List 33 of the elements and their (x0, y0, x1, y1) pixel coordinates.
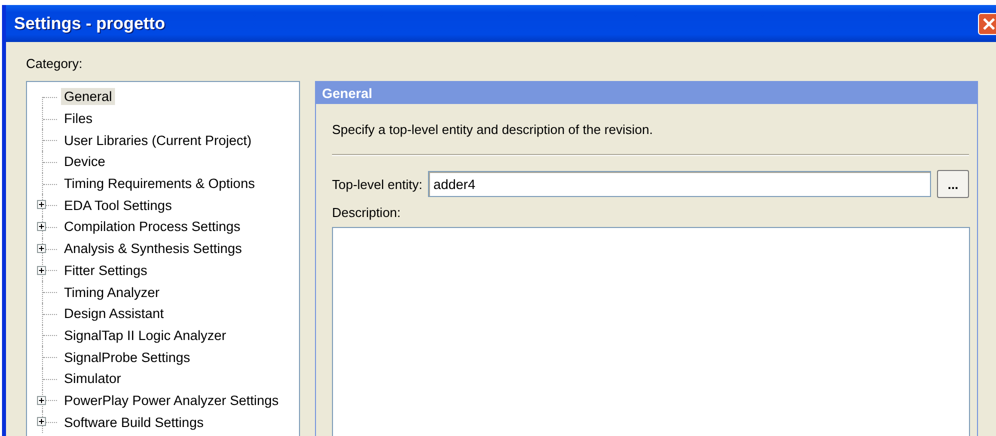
tree-item[interactable]: Design Assistant (61, 305, 167, 322)
expand-icon[interactable] (37, 266, 46, 274)
tree-item[interactable]: Timing Requirements & Options (61, 175, 258, 192)
expand-icon[interactable] (37, 396, 46, 405)
field-label: Top-level entity: (332, 176, 422, 192)
expand-icon[interactable] (37, 244, 46, 253)
tree-item[interactable]: Analysis & Synthesis Settings (61, 240, 245, 258)
expand-icon[interactable] (37, 222, 46, 232)
tree-item[interactable]: Simulator (61, 370, 124, 388)
window-title: Settings - progetto (14, 14, 166, 34)
tree-item[interactable]: Software Build Settings (61, 414, 207, 431)
tree-item[interactable]: Compilation Process Settings (61, 218, 244, 236)
category-label: Category: (26, 56, 82, 71)
tree-item[interactable]: Device (61, 153, 108, 170)
tree-item[interactable]: SignalProbe Settings (61, 348, 194, 366)
tree-item[interactable]: SignalTap II Logic Analyzer (61, 326, 230, 344)
close-icon (982, 16, 996, 30)
tree-item[interactable]: Files (61, 110, 96, 128)
tree-item[interactable]: User Libraries (Current Project) (61, 132, 255, 149)
tree-item[interactable]: PowerPlay Power Analyzer Settings (61, 392, 282, 409)
input-field[interactable]: adder4 (428, 171, 931, 197)
tree-item[interactable]: EDA Tool Settings (61, 196, 175, 214)
panel-description: Specify a top-level entity and description of the revision. (332, 122, 654, 137)
tree-item[interactable]: Fitter Settings (61, 262, 150, 279)
expand-icon[interactable] (37, 200, 46, 210)
description-field[interactable] (332, 227, 970, 436)
field-label: Description: (332, 205, 401, 220)
close-button[interactable] (978, 12, 996, 34)
tree-item[interactable]: Timing Analyzer (61, 284, 163, 301)
expand-icon[interactable] (37, 417, 46, 426)
tree-item[interactable]: General (61, 88, 116, 106)
browse-button[interactable]: ... (937, 170, 969, 198)
panel-title: General (322, 86, 372, 100)
